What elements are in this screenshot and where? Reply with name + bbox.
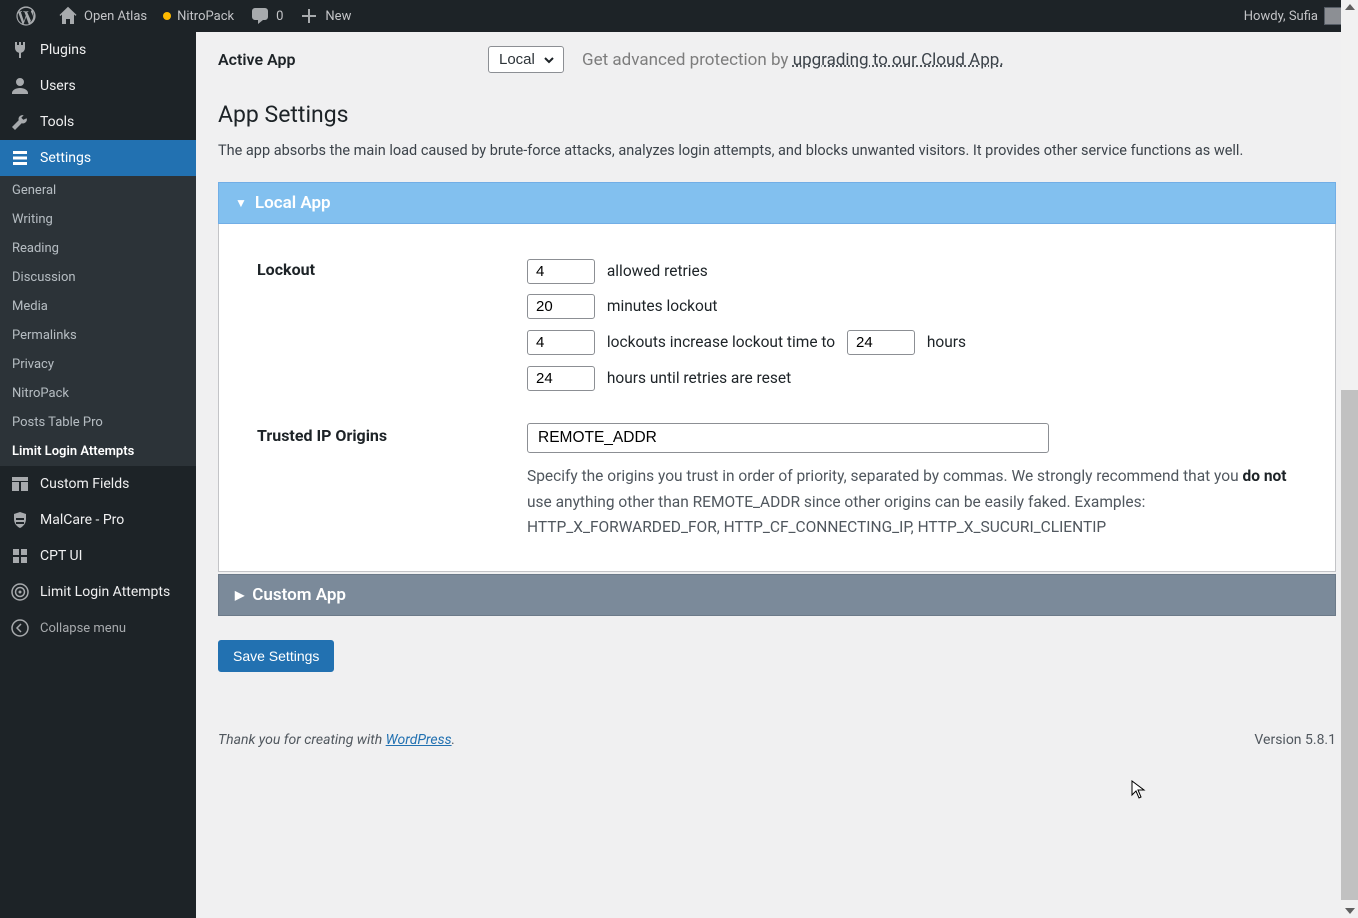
trusted-ip-input[interactable] <box>527 423 1049 453</box>
trusted-ip-help: Specify the origins you trust in order o… <box>527 464 1297 541</box>
allowed-retries-input[interactable] <box>527 259 595 284</box>
submenu-reading[interactable]: Reading <box>0 234 196 263</box>
menu-users[interactable]: Users <box>0 68 196 104</box>
allowed-retries-text: allowed retries <box>607 262 708 280</box>
scroll-up-icon <box>1345 4 1355 10</box>
chevron-right-icon: ▶ <box>235 588 244 602</box>
submenu-nitropack[interactable]: NitroPack <box>0 379 196 408</box>
custom-app-panel-header[interactable]: ▶ Custom App <box>218 574 1336 616</box>
nitro-dot-icon <box>163 12 171 20</box>
lockouts-increase-input[interactable] <box>527 330 595 355</box>
site-home-link[interactable]: Open Atlas <box>50 0 155 32</box>
chevron-down-icon: ▼ <box>235 196 247 210</box>
new-content-link[interactable]: New <box>291 0 359 32</box>
sliders-icon <box>10 148 30 168</box>
table-icon <box>10 474 30 494</box>
minutes-lockout-text: minutes lockout <box>607 297 718 315</box>
menu-settings[interactable]: Settings <box>0 140 196 176</box>
wordpress-icon <box>16 6 36 26</box>
grid-icon <box>10 546 30 566</box>
upgrade-link[interactable]: upgrading to our Cloud App. <box>793 50 1004 70</box>
hours-reset-input[interactable] <box>527 366 595 391</box>
collapse-menu[interactable]: Collapse menu <box>0 610 196 646</box>
local-app-panel-header[interactable]: ▼ Local App <box>218 182 1336 224</box>
active-app-row: Active App Local Get advanced protection… <box>218 32 1336 91</box>
lockouts-increase-hours-text: hours <box>927 333 966 351</box>
scrollbar-thumb[interactable] <box>1341 390 1358 900</box>
lockouts-increase-hours-input[interactable] <box>847 330 915 355</box>
section-title: App Settings <box>218 101 1336 128</box>
hours-reset-text: hours until retries are reset <box>607 369 791 387</box>
lockout-label: Lockout <box>257 254 527 397</box>
user-icon <box>10 76 30 96</box>
site-name: Open Atlas <box>84 9 147 24</box>
menu-tools[interactable]: Tools <box>0 104 196 140</box>
section-description: The app absorbs the main load caused by … <box>218 140 1336 162</box>
wp-logo[interactable] <box>8 0 50 32</box>
nitropack-link[interactable]: NitroPack <box>155 0 242 32</box>
scroll-down-icon <box>1345 908 1355 914</box>
save-settings-button[interactable]: Save Settings <box>218 640 334 672</box>
menu-cpt-ui[interactable]: CPT UI <box>0 538 196 574</box>
trusted-ip-label: Trusted IP Origins <box>257 420 527 540</box>
shield-icon <box>10 510 30 530</box>
cursor-pointer-icon <box>1131 780 1147 800</box>
submenu-limit-login[interactable]: Limit Login Attempts <box>0 437 196 466</box>
submenu-discussion[interactable]: Discussion <box>0 263 196 292</box>
comments-link[interactable]: 0 <box>242 0 291 32</box>
menu-plugins[interactable]: Plugins <box>0 32 196 68</box>
submenu-general[interactable]: General <box>0 176 196 205</box>
menu-custom-fields[interactable]: Custom Fields <box>0 466 196 502</box>
submenu-writing[interactable]: Writing <box>0 205 196 234</box>
lockouts-increase-text: lockouts increase lockout time to <box>607 333 835 351</box>
minutes-lockout-input[interactable] <box>527 294 595 319</box>
wrench-icon <box>10 112 30 132</box>
menu-limit-login[interactable]: Limit Login Attempts <box>0 574 196 610</box>
submenu-privacy[interactable]: Privacy <box>0 350 196 379</box>
upgrade-text: Get advanced protection by upgrading to … <box>582 50 1004 70</box>
menu-malcare[interactable]: MalCare - Pro <box>0 502 196 538</box>
plus-icon <box>299 6 319 26</box>
admin-toolbar: Open Atlas NitroPack 0 New Howdy, Sufia <box>0 0 1358 32</box>
admin-sidebar: Plugins Users Tools Settings General Wri… <box>0 32 196 918</box>
version-text: Version 5.8.1 <box>1254 732 1336 748</box>
plug-icon <box>10 40 30 60</box>
radar-icon <box>10 582 30 602</box>
wordpress-link[interactable]: WordPress <box>386 732 452 748</box>
settings-submenu: General Writing Reading Discussion Media… <box>0 176 196 466</box>
home-icon <box>58 6 78 26</box>
scrollbar[interactable] <box>1341 0 1358 918</box>
local-app-panel-body: Lockout allowed retries minutes lockout … <box>218 224 1336 572</box>
main-content: Active App Local Get advanced protection… <box>196 32 1358 918</box>
user-account-link[interactable]: Howdy, Sufia <box>1236 0 1350 32</box>
avatar <box>1324 7 1342 25</box>
submenu-posts-table-pro[interactable]: Posts Table Pro <box>0 408 196 437</box>
submenu-media[interactable]: Media <box>0 292 196 321</box>
submenu-permalinks[interactable]: Permalinks <box>0 321 196 350</box>
active-app-label: Active App <box>218 50 488 69</box>
comment-icon <box>250 6 270 26</box>
admin-footer: Thank you for creating with WordPress. V… <box>218 732 1336 748</box>
collapse-icon <box>10 618 30 638</box>
active-app-select[interactable]: Local <box>488 46 564 73</box>
